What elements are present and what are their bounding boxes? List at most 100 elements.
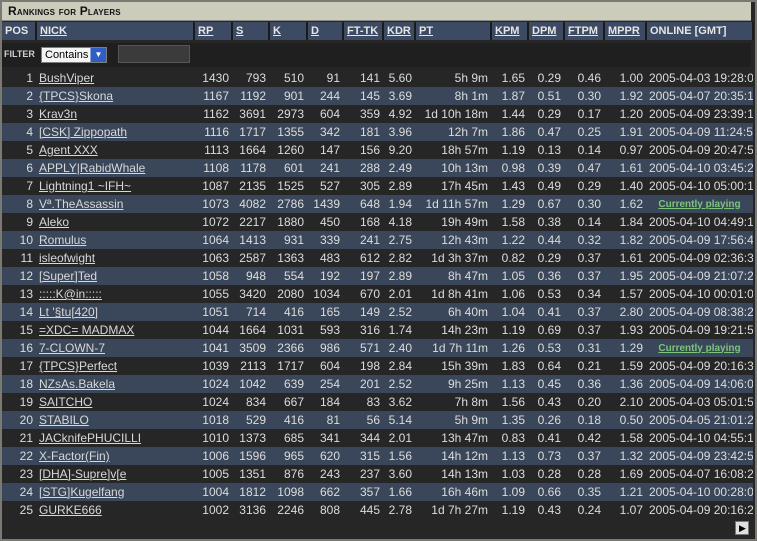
player-link[interactable]: Romulus [39,233,86,247]
player-link[interactable]: [DHA]-Supre]v[e [39,467,126,481]
cell-kdr: 2.75 [383,231,415,249]
sort-link-kdr[interactable]: KDR [387,25,411,37]
cell-pos: 2 [2,87,36,105]
cell-k: 667 [269,393,307,411]
column-header-dpm[interactable]: DPM [528,22,565,40]
column-header-ftpm[interactable]: FTPM [564,22,605,40]
player-link[interactable]: APPLY|RabidWhale [39,161,145,175]
player-link[interactable]: JACknifePHUCILLI [39,431,141,445]
cell-online: 2005-04-09 21:07:20 [646,267,753,285]
player-link[interactable]: [STG]Kugelfang [39,485,124,499]
next-page-button[interactable]: ▶ [735,521,749,535]
chevron-down-icon[interactable]: ▼ [90,48,106,62]
player-link[interactable]: BushViper [39,71,94,85]
player-link[interactable]: Lt '§tu[420] [39,305,98,319]
cell-kdr: 1.56 [383,447,415,465]
player-link[interactable]: Aleko [39,215,69,229]
sort-link-kpm[interactable]: KPM [495,25,519,37]
cell-dpm: 0.29 [528,69,564,87]
sort-link-rp[interactable]: RP [198,25,213,37]
cell-pos: 7 [2,177,36,195]
filter-text-input[interactable] [118,45,190,63]
table-row: 18 NZsAs.Bakela 1024 1042 639 254 201 2.52 9h 25… [2,375,753,393]
cell-online: 2005-04-09 17:56:40 [646,231,753,249]
cell-kpm: 0.98 [491,159,528,177]
cell-pt: 17h 45m [415,177,491,195]
column-header-kdr[interactable]: KDR [383,22,416,40]
cell-dpm: 0.44 [528,231,564,249]
sort-link-mppr[interactable]: MPPR [608,25,640,37]
column-header-kpm[interactable]: KPM [491,22,529,40]
cell-kpm: 1.58 [491,213,528,231]
cell-kdr: 9.20 [383,141,415,159]
cell-s: 529 [232,411,269,429]
cell-d: 165 [307,303,343,321]
player-link[interactable]: {TPCS}Skona [39,89,113,103]
cell-online[interactable]: Currently playing [646,339,753,357]
cell-k: 2366 [269,339,307,357]
player-link[interactable]: X-Factor(Fin) [39,449,110,463]
table-row: 22 X-Factor(Fin) 1006 1596 965 620 315 1.56 14h … [2,447,753,465]
column-header-d[interactable]: D [307,22,344,40]
column-header-mppr[interactable]: MPPR [604,22,647,40]
page-title: Rankings for Players [8,4,121,18]
cell-dpm: 0.29 [528,105,564,123]
sort-link-dpm[interactable]: DPM [532,25,556,37]
cell-pos: 22 [2,447,36,465]
player-link[interactable]: Vª.TheAssassin [39,197,123,211]
sort-link-fttk[interactable]: FT-TK [347,25,378,37]
player-link[interactable]: Lightning1 ~IFH~ [39,179,131,193]
filter-mode-select[interactable]: Contains ▼ [41,47,107,63]
cell-online: 2005-04-09 08:38:26 [646,303,753,321]
cell-nick: Romulus [36,231,194,249]
column-header-nick[interactable]: NICK [36,22,195,40]
sort-link-s[interactable]: S [236,25,243,37]
player-link[interactable]: [Super]Ted [39,269,97,283]
column-header-k[interactable]: K [269,22,308,40]
column-header-pt[interactable]: PT [415,22,492,40]
table-row: 19 SAITCHO 1024 834 667 184 83 3.62 7h 8m 1.56 0.4… [2,393,753,411]
player-link[interactable]: GURKE666 [39,503,102,517]
cell-kpm: 1.83 [491,357,528,375]
column-header-rp[interactable]: RP [194,22,233,40]
cell-kdr: 3.60 [383,465,415,483]
cell-s: 1373 [232,429,269,447]
player-link[interactable]: =XDC= MADMAX [39,323,134,337]
sort-link-d[interactable]: D [311,25,319,37]
sort-link-ftpm[interactable]: FTPM [568,25,598,37]
cell-k: 639 [269,375,307,393]
cell-ftpm: 0.17 [564,105,604,123]
cell-kpm: 1.35 [491,411,528,429]
player-link[interactable]: [CSK] Zippopath [39,125,127,139]
player-link[interactable]: SAITCHO [39,395,92,409]
cell-d: 192 [307,267,343,285]
sort-link-k[interactable]: K [273,25,281,37]
cell-pos: 6 [2,159,36,177]
player-link[interactable]: :::::K@in::::: [39,287,102,301]
cell-nick: 7-CLOWN-7 [36,339,194,357]
cell-d: 604 [307,357,343,375]
cell-k: 1880 [269,213,307,231]
cell-dpm: 0.41 [528,303,564,321]
player-link[interactable]: Krav3n [39,107,77,121]
player-link[interactable]: {TPCS}Perfect [39,359,117,373]
column-header-fttk[interactable]: FT-TK [343,22,384,40]
cell-fttk: 197 [343,267,383,285]
cell-kdr: 2.89 [383,177,415,195]
sort-link-pt[interactable]: PT [419,25,433,37]
sort-link-nick[interactable]: NICK [40,25,67,37]
cell-nick: [CSK] Zippopath [36,123,194,141]
player-link[interactable]: isleofwight [39,251,95,265]
cell-pos: 4 [2,123,36,141]
player-link[interactable]: NZsAs.Bakela [39,377,115,391]
cell-k: 2786 [269,195,307,213]
player-link[interactable]: Agent XXX [39,143,98,157]
cell-online[interactable]: Currently playing [646,195,753,213]
player-link[interactable]: STABILO [39,413,89,427]
player-link[interactable]: 7-CLOWN-7 [39,341,105,355]
column-header-s[interactable]: S [232,22,270,40]
filter-mode-value: Contains [45,49,89,61]
cell-ftpm: 0.37 [564,267,604,285]
cell-dpm: 0.49 [528,177,564,195]
cell-fttk: 241 [343,231,383,249]
